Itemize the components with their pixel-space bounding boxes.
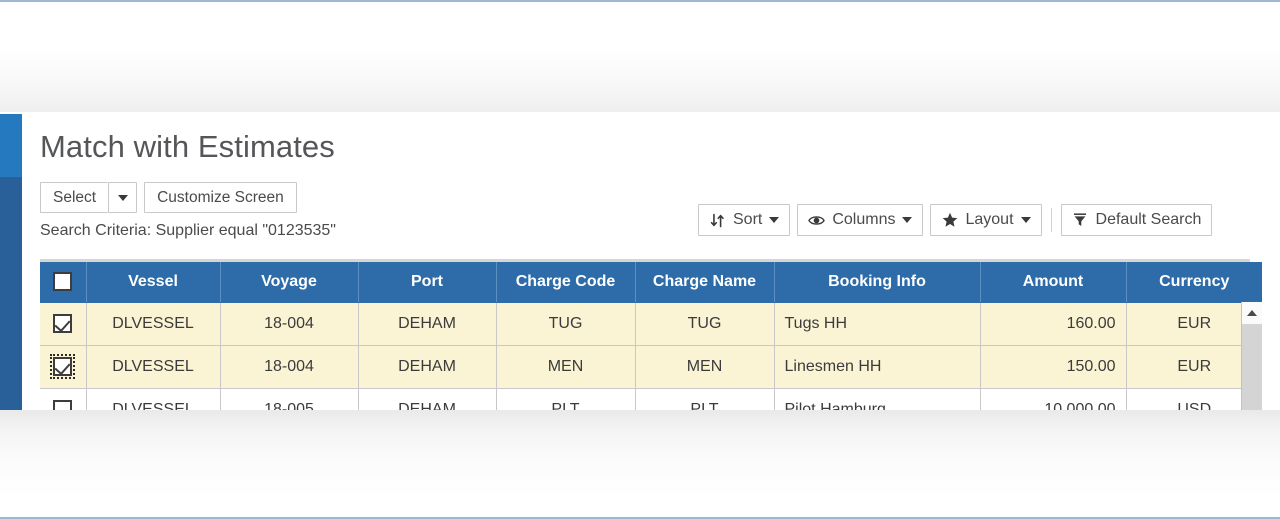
column-header-charge-code[interactable]: Charge Code (496, 262, 636, 303)
row-select-cell[interactable] (40, 388, 87, 412)
chevron-down-icon (902, 217, 913, 223)
columns-button-label: Columns (832, 211, 896, 228)
cell-vessel: DLVESSEL (86, 388, 221, 412)
scroll-up-button[interactable] (1242, 302, 1262, 324)
cell-port: DEHAM (358, 302, 497, 346)
row-select-cell[interactable] (40, 302, 87, 346)
cell-voyage: 18-004 (220, 345, 359, 389)
cell-charge-name: PLT (635, 388, 775, 412)
rail-segment-active[interactable] (0, 114, 22, 177)
bottom-fade-overlay (0, 410, 1280, 517)
cell-amount: 10,000.00 (980, 388, 1127, 412)
cell-vessel: DLVESSEL (86, 345, 221, 389)
data-grid-container: Vessel Voyage Port Charge Code Charge Na… (40, 259, 1280, 412)
select-all-header-cell[interactable] (40, 262, 87, 303)
layout-button[interactable]: Layout (930, 204, 1042, 236)
cell-charge-code: MEN (496, 345, 636, 389)
cell-booking-info: Tugs HH (774, 302, 981, 346)
select-button[interactable]: Select (40, 182, 109, 213)
columns-button[interactable]: Columns (797, 204, 924, 236)
column-header-port[interactable]: Port (358, 262, 497, 303)
grid-header-row: Vessel Voyage Port Charge Code Charge Na… (40, 262, 1262, 303)
grid-vertical-scrollbar[interactable] (1241, 302, 1262, 412)
column-header-booking-info[interactable]: Booking Info (774, 262, 981, 303)
cell-booking-info: Pilot Hamburg (774, 388, 981, 412)
chevron-down-icon (117, 194, 128, 201)
primary-toolbar: Select Customize Screen (40, 182, 297, 213)
cell-voyage: 18-004 (220, 302, 359, 346)
sort-button[interactable]: Sort (698, 204, 791, 236)
app-window-frame: Match with Estimates Select Customize Sc… (0, 0, 1280, 519)
chevron-down-icon (1020, 217, 1031, 223)
chevron-down-icon (769, 217, 780, 223)
cell-charge-name: TUG (635, 302, 775, 346)
cell-booking-info: Linesmen HH (774, 345, 981, 389)
table-row[interactable]: DLVESSEL 18-004 DEHAM TUG TUG Tugs HH 16… (40, 302, 1262, 346)
search-criteria-text: Search Criteria: Supplier equal "0123535… (40, 222, 336, 239)
chevron-up-icon (1247, 310, 1257, 316)
checkbox-icon[interactable] (53, 314, 73, 333)
default-search-button[interactable]: Default Search (1060, 204, 1213, 236)
cell-voyage: 18-005 (220, 388, 359, 412)
star-icon (941, 212, 958, 229)
window-content: Match with Estimates Select Customize Sc… (22, 112, 1280, 412)
page-title: Match with Estimates (40, 129, 335, 164)
table-row[interactable]: DLVESSEL 18-004 DEHAM MEN MEN Linesmen H… (40, 345, 1262, 389)
checkbox-icon[interactable] (50, 354, 76, 379)
cell-charge-code: TUG (496, 302, 636, 346)
cell-amount: 160.00 (980, 302, 1127, 346)
row-select-cell[interactable] (40, 345, 87, 389)
column-header-vessel[interactable]: Vessel (86, 262, 221, 303)
table-row[interactable]: DLVESSEL 18-005 DEHAM PLT PLT Pilot Hamb… (40, 388, 1262, 412)
default-search-button-label: Default Search (1095, 211, 1202, 228)
layout-button-label: Layout (965, 211, 1014, 228)
cell-port: DEHAM (358, 388, 497, 412)
eye-icon (808, 212, 826, 229)
select-dropdown-toggle[interactable] (108, 182, 138, 213)
column-header-currency[interactable]: Currency (1126, 262, 1262, 303)
checkbox-icon[interactable] (53, 272, 73, 292)
toolbar-separator (1050, 208, 1052, 232)
cell-amount: 150.00 (980, 345, 1127, 389)
grid-toolbar: Sort Columns Layout Default Search (698, 204, 1213, 236)
sort-arrows-icon (709, 212, 726, 229)
left-navigation-rail (0, 112, 22, 412)
cell-charge-code: PLT (496, 388, 636, 412)
cell-vessel: DLVESSEL (86, 302, 221, 346)
cell-charge-name: MEN (635, 345, 775, 389)
column-header-voyage[interactable]: Voyage (220, 262, 359, 303)
estimates-data-grid: Vessel Voyage Port Charge Code Charge Na… (40, 262, 1262, 412)
cell-port: DEHAM (358, 345, 497, 389)
column-header-charge-name[interactable]: Charge Name (635, 262, 775, 303)
match-with-estimates-window: Match with Estimates Select Customize Sc… (0, 112, 1280, 412)
top-fade-overlay (0, 4, 1280, 114)
column-header-amount[interactable]: Amount (980, 262, 1127, 303)
customize-screen-button[interactable]: Customize Screen (144, 182, 297, 213)
sort-button-label: Sort (733, 211, 763, 228)
rail-segment-body[interactable] (0, 177, 22, 412)
filter-funnel-icon (1072, 212, 1089, 229)
